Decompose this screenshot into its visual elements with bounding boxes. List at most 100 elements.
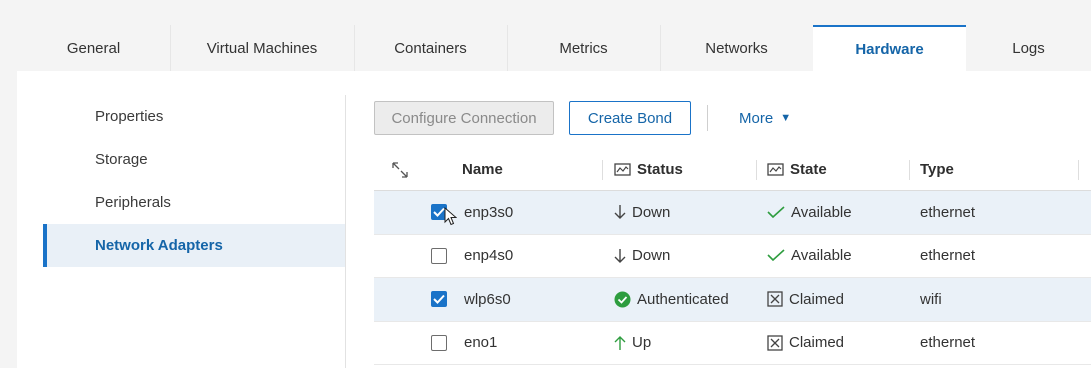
sidenav-item-network-adapters[interactable]: Network Adapters: [43, 224, 346, 267]
column-label: Name: [462, 161, 503, 178]
tab-label: General: [66, 39, 121, 57]
column-header-type[interactable]: Type: [920, 149, 1070, 190]
tab-metrics[interactable]: Metrics: [507, 25, 660, 71]
row-status: Down: [614, 191, 764, 234]
sidenav-item-storage[interactable]: Storage: [43, 138, 346, 181]
sidenav-item-label: Peripherals: [95, 194, 171, 211]
row-state: Available: [767, 191, 917, 234]
row-state: Claimed: [767, 278, 917, 321]
chart-icon: [614, 163, 631, 176]
row-status: Up: [614, 322, 764, 365]
tab-hardware[interactable]: Hardware: [813, 25, 966, 71]
column-header-status[interactable]: Status: [614, 149, 764, 190]
checkmark-icon: [767, 249, 785, 262]
table-row[interactable]: wlp6s0 Authenticated Claimed wifi: [374, 278, 1091, 322]
more-label: More: [739, 109, 774, 127]
hardware-panel: Properties Storage Peripherals Network A…: [17, 71, 1091, 368]
tab-networks[interactable]: Networks: [660, 25, 813, 71]
caret-down-icon: ▼: [780, 112, 792, 124]
row-type: ethernet: [920, 191, 1070, 234]
row-type-text: ethernet: [920, 334, 976, 352]
button-label: Create Bond: [587, 109, 673, 127]
tab-label: Containers: [394, 39, 467, 57]
check-circle-icon: [614, 291, 631, 308]
table-row[interactable]: enp3s0 Down Available ethernet: [374, 191, 1091, 235]
row-name-text: eno1: [464, 334, 498, 352]
row-type-text: ethernet: [920, 247, 976, 265]
row-type-text: ethernet: [920, 203, 976, 221]
row-status: Down: [614, 235, 764, 278]
arrow-down-icon: [614, 204, 626, 220]
tab-logs[interactable]: Logs: [966, 25, 1091, 71]
network-adapters-table: Name Status State Type enp3s0 Down Avail…: [374, 149, 1091, 365]
row-state: Available: [767, 235, 917, 278]
table-row[interactable]: enp4s0 Down Available ethernet: [374, 235, 1091, 278]
table-header: Name Status State Type: [374, 149, 1091, 191]
checkbox[interactable]: [431, 291, 447, 308]
row-name: wlp6s0: [464, 278, 604, 321]
sidenav-item-peripherals[interactable]: Peripherals: [43, 181, 346, 224]
column-divider: [756, 160, 757, 180]
row-state-text: Claimed: [789, 290, 845, 308]
column-header-name[interactable]: Name: [462, 149, 602, 190]
more-dropdown[interactable]: More ▼: [739, 107, 791, 129]
tab-label: Metrics: [559, 39, 608, 57]
column-divider: [909, 160, 910, 180]
sidenav-item-label: Properties: [95, 108, 164, 125]
sidenav-item-properties[interactable]: Properties: [43, 95, 346, 138]
column-label: State: [790, 161, 827, 178]
tab-label: Virtual Machines: [206, 39, 318, 57]
row-name: eno1: [464, 322, 604, 365]
column-header-state[interactable]: State: [767, 149, 917, 190]
tab-bar: General Virtual Machines Containers Metr…: [17, 25, 1091, 71]
expand-icon[interactable]: [390, 149, 414, 190]
arrow-down-icon: [614, 248, 626, 264]
row-status-text: Up: [632, 334, 652, 352]
column-label: Type: [920, 161, 954, 178]
tab-label: Hardware: [855, 40, 924, 58]
toolbar-divider: [707, 105, 708, 131]
row-type: ethernet: [920, 235, 1070, 278]
create-bond-button[interactable]: Create Bond: [569, 101, 691, 135]
row-name: enp4s0: [464, 235, 604, 278]
tab-label: Networks: [705, 39, 768, 57]
sidenav-item-label: Network Adapters: [95, 237, 223, 254]
row-type: wifi: [920, 278, 1070, 321]
configure-connection-button[interactable]: Configure Connection: [374, 101, 554, 135]
checkbox[interactable]: [431, 247, 447, 264]
table-row[interactable]: eno1 Up Claimed ethernet: [374, 322, 1091, 365]
row-checkbox[interactable]: [430, 235, 448, 278]
x-box-icon: [767, 335, 783, 351]
row-state-text: Available: [791, 247, 852, 265]
row-status: Authenticated: [614, 278, 764, 321]
hardware-sidenav: Properties Storage Peripherals Network A…: [43, 95, 346, 267]
tab-label: Logs: [1012, 39, 1045, 57]
sidenav-item-label: Storage: [95, 151, 148, 168]
arrow-up-icon: [614, 335, 626, 351]
row-state: Claimed: [767, 322, 917, 365]
checkbox[interactable]: [431, 334, 447, 351]
row-checkbox[interactable]: [430, 278, 448, 321]
mouse-pointer-icon: [444, 206, 458, 231]
checkmark-icon: [767, 206, 785, 219]
row-name-text: wlp6s0: [464, 290, 511, 308]
row-status-text: Authenticated: [637, 290, 729, 308]
row-state-text: Available: [791, 203, 852, 221]
row-type-text: wifi: [920, 290, 942, 308]
column-label: Status: [637, 161, 683, 178]
row-type: ethernet: [920, 322, 1070, 365]
x-box-icon: [767, 291, 783, 307]
row-name-text: enp4s0: [464, 247, 514, 265]
row-checkbox[interactable]: [430, 322, 448, 365]
row-state-text: Claimed: [789, 334, 845, 352]
column-divider: [1078, 160, 1079, 180]
tab-virtual-machines[interactable]: Virtual Machines: [170, 25, 354, 71]
row-status-text: Down: [632, 203, 671, 221]
tab-containers[interactable]: Containers: [354, 25, 507, 71]
button-label: Configure Connection: [391, 109, 537, 127]
sidenav-divider: [345, 95, 346, 368]
row-status-text: Down: [632, 247, 671, 265]
tab-general[interactable]: General: [17, 25, 170, 71]
row-name-text: enp3s0: [464, 203, 514, 221]
row-name: enp3s0: [464, 191, 604, 234]
